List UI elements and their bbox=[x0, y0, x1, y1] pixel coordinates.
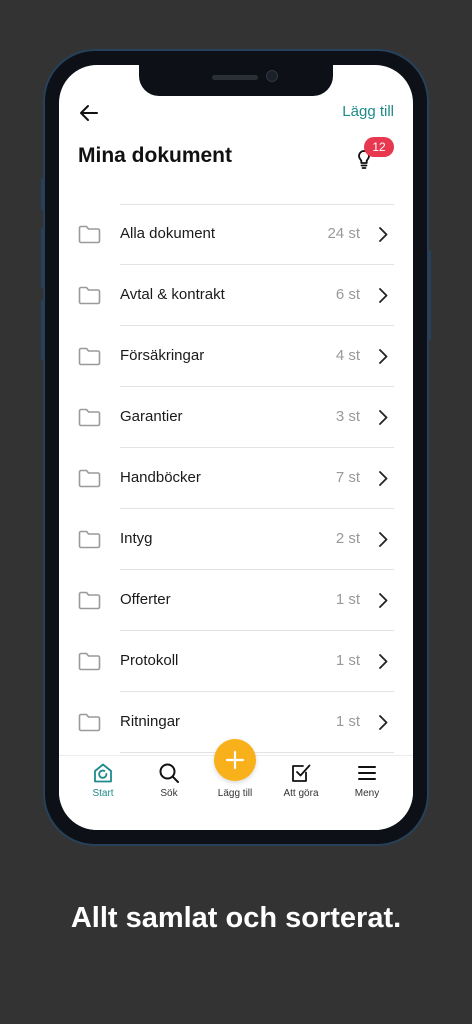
folder-row[interactable]: Försäkringar 4 st bbox=[59, 326, 413, 387]
camera bbox=[266, 70, 278, 82]
add-link[interactable]: Lägg till bbox=[342, 103, 394, 120]
chevron-right-icon bbox=[379, 593, 388, 608]
folder-row[interactable]: Handböcker 7 st bbox=[59, 448, 413, 509]
phone-notch bbox=[139, 65, 333, 96]
page-title: Mina dokument bbox=[78, 144, 233, 167]
chevron-right-icon bbox=[379, 532, 388, 547]
folder-count: 1 st bbox=[335, 591, 360, 608]
folder-count: 6 st bbox=[335, 286, 360, 303]
search-icon bbox=[159, 763, 179, 783]
folder-label: Avtal & kontrakt bbox=[120, 286, 225, 303]
folder-label: Alla dokument bbox=[120, 225, 216, 242]
folder-count: 7 st bbox=[335, 469, 360, 486]
tab-menu[interactable]: Meny bbox=[332, 756, 402, 816]
tab-add-label: Lägg till bbox=[217, 788, 253, 799]
folder-count: 3 st bbox=[335, 408, 360, 425]
folder-icon bbox=[78, 652, 101, 671]
tab-menu-label: Meny bbox=[354, 788, 380, 799]
folder-row[interactable]: Alla dokument 24 st bbox=[59, 204, 413, 265]
caption: Allt samlat och sorterat. bbox=[70, 902, 402, 934]
folder-count: 1 st bbox=[335, 713, 360, 730]
folder-icon bbox=[78, 713, 101, 732]
chevron-right-icon bbox=[379, 349, 388, 364]
folder-row[interactable]: Garantier 3 st bbox=[59, 387, 413, 448]
tab-todo-label: Att göra bbox=[283, 788, 319, 799]
folder-label: Handböcker bbox=[120, 469, 201, 486]
folder-icon bbox=[78, 286, 101, 305]
chevron-right-icon bbox=[379, 410, 388, 425]
folder-icon bbox=[78, 530, 101, 549]
home-icon bbox=[94, 763, 112, 783]
folder-count: 2 st bbox=[335, 530, 360, 547]
chevron-right-icon bbox=[379, 654, 388, 669]
plus-icon bbox=[225, 750, 245, 770]
folder-row[interactable]: Offerter 1 st bbox=[59, 570, 413, 631]
bottom-tab-bar: Start Sök Lägg till Att göra Meny bbox=[59, 739, 413, 830]
tab-search-label: Sök bbox=[160, 788, 178, 799]
chevron-right-icon bbox=[379, 288, 388, 303]
folder-row[interactable]: Protokoll 1 st bbox=[59, 631, 413, 692]
chevron-right-icon bbox=[379, 715, 388, 730]
folder-label: Protokoll bbox=[120, 652, 179, 669]
folder-icon bbox=[78, 225, 101, 244]
phone-side-button bbox=[41, 228, 44, 288]
folder-row[interactable]: Intyg 2 st bbox=[59, 509, 413, 570]
folder-row[interactable]: Avtal & kontrakt 6 st bbox=[59, 265, 413, 326]
folder-label: Offerter bbox=[120, 591, 171, 608]
phone-side-button bbox=[41, 300, 44, 360]
hamburger-menu-icon bbox=[358, 766, 376, 780]
tab-todo[interactable]: Att göra bbox=[266, 756, 336, 816]
folder-count: 4 st bbox=[335, 347, 360, 364]
tab-search[interactable]: Sök bbox=[134, 756, 204, 816]
folder-icon bbox=[78, 469, 101, 488]
folder-count: 1 st bbox=[335, 652, 360, 669]
folder-count: 24 st bbox=[327, 225, 360, 242]
phone-side-button bbox=[428, 250, 431, 340]
notification-badge: 12 bbox=[364, 137, 394, 157]
folder-icon bbox=[78, 347, 101, 366]
folder-list: Alla dokument 24 st Avtal & kontrakt 6 st Fö… bbox=[59, 204, 413, 753]
row-divider bbox=[120, 752, 394, 753]
add-fab-button[interactable] bbox=[214, 739, 256, 781]
back-button[interactable] bbox=[77, 101, 101, 125]
app-screen: Lägg till Mina dokument 12 Alla dokument… bbox=[59, 65, 413, 830]
tab-start-label: Start bbox=[92, 788, 114, 799]
tab-start[interactable]: Start bbox=[68, 756, 138, 816]
speaker bbox=[212, 75, 258, 80]
folder-label: Intyg bbox=[120, 530, 153, 547]
folder-icon bbox=[78, 408, 101, 427]
folder-label: Garantier bbox=[120, 408, 183, 425]
arrow-left-icon bbox=[80, 105, 98, 121]
chevron-right-icon bbox=[379, 471, 388, 486]
chevron-right-icon bbox=[379, 227, 388, 242]
phone-side-button bbox=[41, 178, 44, 210]
folder-icon bbox=[78, 591, 101, 610]
checkbox-icon bbox=[292, 764, 311, 782]
folder-label: Försäkringar bbox=[120, 347, 205, 364]
folder-label: Ritningar bbox=[120, 713, 181, 730]
